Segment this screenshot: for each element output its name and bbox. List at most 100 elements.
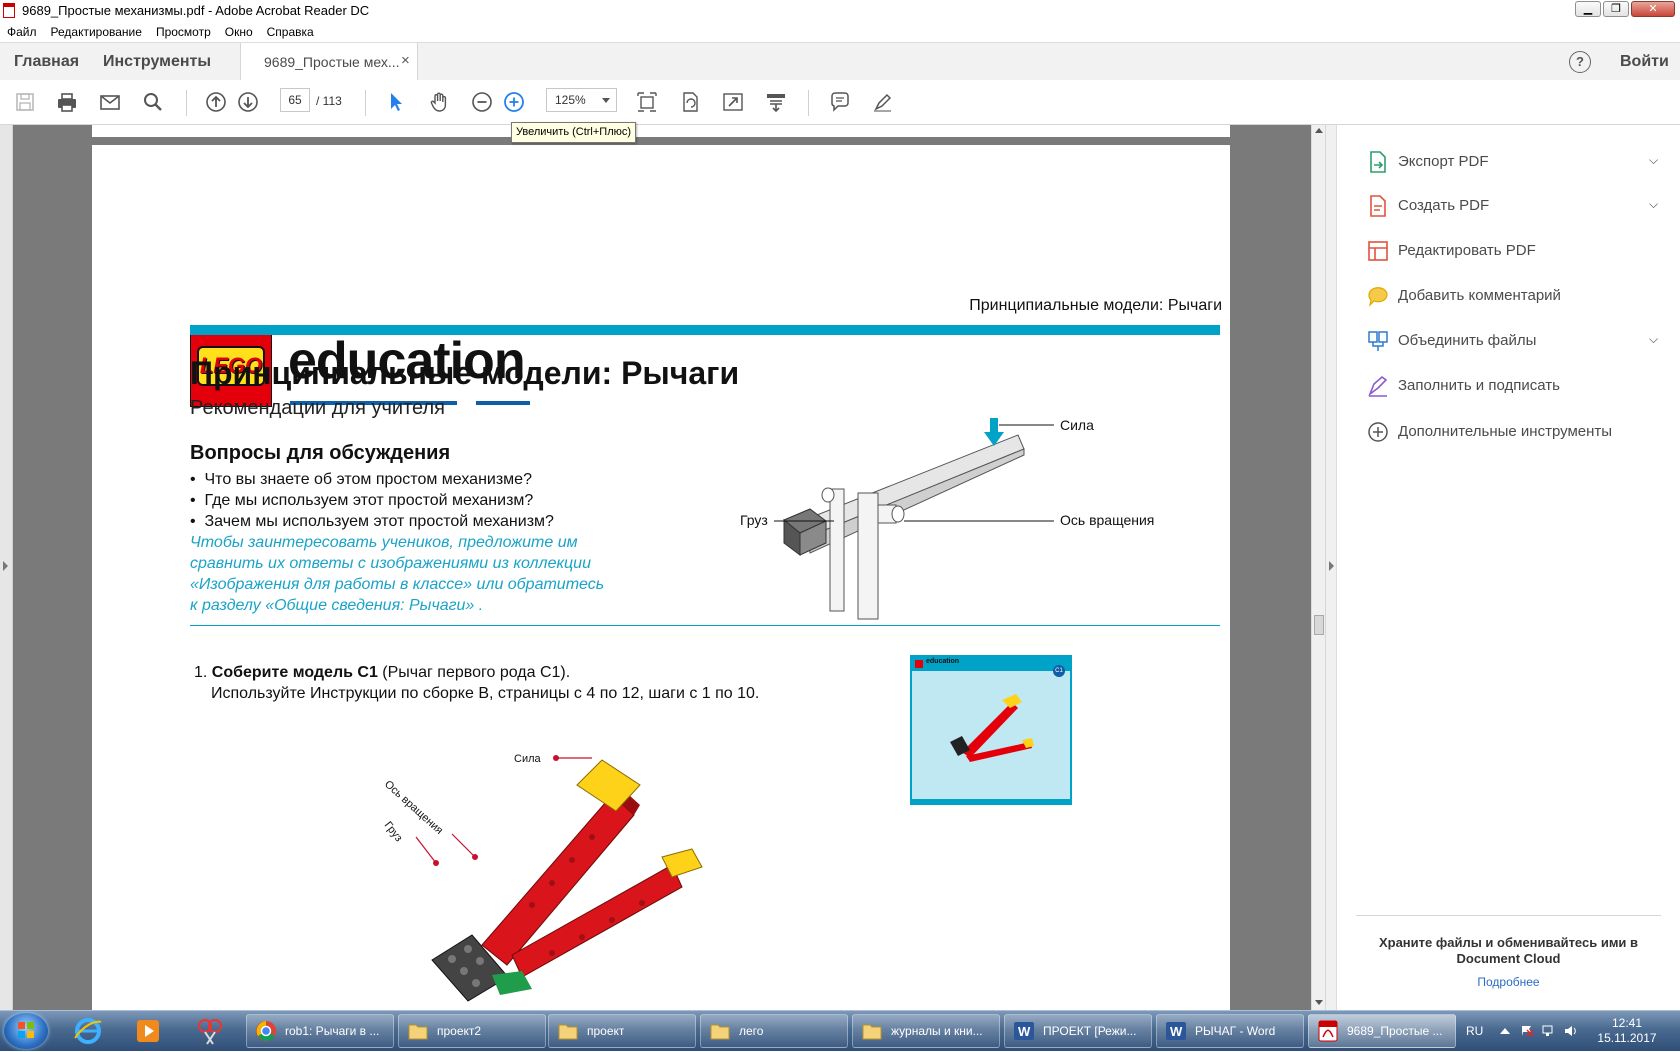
- chevron-right-icon: [1329, 561, 1334, 571]
- page-number-input[interactable]: 65: [280, 88, 310, 112]
- thumbnail-footer: [912, 799, 1070, 805]
- instruction-thumbnail: education C1: [910, 655, 1072, 805]
- tool-label: Добавить комментарий: [1398, 287, 1561, 304]
- taskbar-item-folder[interactable]: журналы и кни...: [852, 1014, 1000, 1048]
- vertical-scrollbar[interactable]: [1311, 125, 1325, 1010]
- comment-icon: [1368, 287, 1388, 307]
- previous-page-icon[interactable]: [199, 80, 233, 124]
- tool-edit-pdf[interactable]: Редактировать PDF: [1366, 238, 1666, 264]
- tool-combine-files[interactable]: Объединить файлы ⌵: [1366, 328, 1666, 354]
- menu-window[interactable]: Окно: [218, 22, 260, 42]
- zoom-in-icon[interactable]: [497, 80, 531, 124]
- menu-file[interactable]: Файл: [0, 22, 44, 42]
- print-icon[interactable]: [50, 80, 84, 124]
- question-item: • Что вы знаете об этом простом механизм…: [190, 471, 532, 488]
- taskbar-item-chrome[interactable]: rob1: Рычаги в ...: [246, 1014, 394, 1048]
- tool-export-pdf[interactable]: Экспорт PDF ⌵: [1366, 149, 1666, 175]
- comment-icon[interactable]: [823, 80, 857, 124]
- tool-add-comment[interactable]: Добавить комментарий: [1366, 283, 1666, 309]
- close-tab-icon[interactable]: ×: [401, 52, 410, 69]
- tool-label: Дополнительные инструменты: [1398, 423, 1613, 440]
- scroll-mode-icon[interactable]: [759, 80, 793, 124]
- menu-edit[interactable]: Редактирование: [44, 22, 149, 42]
- taskbar-item-word[interactable]: W ПРОЕКТ [Режи...: [1004, 1014, 1152, 1048]
- internet-explorer-icon[interactable]: [64, 1014, 112, 1048]
- hand-tool-icon[interactable]: [422, 80, 456, 124]
- close-window-button[interactable]: ✕: [1631, 1, 1675, 17]
- tab-home[interactable]: Главная: [14, 43, 79, 81]
- scroll-up-icon[interactable]: [1315, 128, 1323, 133]
- sign-in-button[interactable]: Войти: [1620, 43, 1669, 81]
- save-icon[interactable]: [8, 80, 42, 124]
- help-icon[interactable]: ?: [1569, 51, 1591, 73]
- learn-more-link[interactable]: Подробнее: [1356, 975, 1661, 989]
- next-page-icon[interactable]: [231, 80, 265, 124]
- word-icon: W: [1014, 1022, 1034, 1040]
- tool-label: Создать PDF: [1398, 197, 1490, 214]
- windows-logo-icon: [18, 1022, 34, 1038]
- thumbnail-brand: education: [926, 658, 960, 665]
- taskbar-item-word[interactable]: W РЫЧАГ - Word: [1156, 1014, 1304, 1048]
- tool-fill-sign[interactable]: Заполнить и подписать: [1366, 373, 1666, 399]
- zoom-level-select[interactable]: 125%: [546, 88, 617, 112]
- toolbar-divider: [365, 90, 366, 116]
- full-screen-icon[interactable]: [716, 80, 750, 124]
- start-button[interactable]: [4, 1013, 48, 1049]
- menu-help[interactable]: Справка: [260, 22, 321, 42]
- taskbar-item-folder[interactable]: проект2: [398, 1014, 546, 1048]
- question-item: • Где мы используем этот простой механиз…: [190, 492, 534, 509]
- question-list: • Что вы знаете об этом простом механизм…: [190, 469, 554, 532]
- tab-document[interactable]: 9689_Простые мех... ×: [240, 43, 418, 82]
- show-hidden-icons-icon[interactable]: [1498, 1025, 1512, 1037]
- minimize-button[interactable]: ▁: [1575, 1, 1601, 17]
- chevron-down-icon: [602, 98, 610, 103]
- input-language[interactable]: RU: [1466, 1024, 1483, 1038]
- zoom-out-icon[interactable]: [465, 80, 499, 124]
- force-arrow-icon: [990, 418, 998, 434]
- document-viewport[interactable]: LEGO education Принципиальные модели: Ры…: [0, 125, 1325, 1010]
- restore-button[interactable]: ❐: [1603, 1, 1629, 17]
- questions-heading: Вопросы для обсуждения: [190, 442, 451, 464]
- chevron-down-icon[interactable]: ⌵: [1649, 197, 1658, 212]
- scroll-thumb[interactable]: [1314, 615, 1324, 635]
- lego-lever-model-image: Сила Ось вращения Груз: [382, 753, 703, 1002]
- email-icon[interactable]: [93, 80, 127, 124]
- word-icon: W: [1166, 1022, 1186, 1040]
- select-tool-icon[interactable]: [379, 80, 413, 124]
- chevron-down-icon[interactable]: ⌵: [1649, 332, 1658, 347]
- fit-page-icon[interactable]: [630, 80, 664, 124]
- tool-create-pdf[interactable]: Создать PDF ⌵: [1366, 193, 1666, 219]
- section-divider: [190, 625, 1220, 626]
- media-player-icon[interactable]: [124, 1014, 172, 1048]
- clock[interactable]: 12:41 15.11.2017: [1592, 1016, 1662, 1046]
- taskbar-item-folder[interactable]: лего: [700, 1014, 848, 1048]
- folder-icon: [710, 1024, 730, 1040]
- tool-more-tools[interactable]: Дополнительные инструменты: [1366, 419, 1666, 445]
- toolbar: 65 / 113 125%: [0, 80, 1680, 125]
- thumbnail-badge: C1: [1053, 665, 1065, 677]
- question-item: • Зачем мы используем этот простой механ…: [190, 513, 554, 530]
- taskbar-item-acrobat[interactable]: 9689_Простые ...: [1308, 1014, 1456, 1048]
- tab-tools[interactable]: Инструменты: [103, 43, 211, 81]
- search-icon[interactable]: [136, 80, 170, 124]
- title-bar: 9689_Простые механизмы.pdf - Adobe Acrob…: [0, 0, 1680, 23]
- rotate-page-icon[interactable]: [673, 80, 707, 124]
- acrobat-icon: [1318, 1020, 1338, 1042]
- toolbar-divider: [808, 90, 809, 116]
- chrome-icon: [256, 1021, 276, 1041]
- highlight-pen-icon[interactable]: [866, 80, 900, 124]
- taskbar-item-folder[interactable]: проект: [548, 1014, 696, 1048]
- left-panel-handle[interactable]: [0, 125, 13, 1010]
- menu-view[interactable]: Просмотр: [149, 22, 218, 42]
- diagram-label-pivot: Ось вращения: [1060, 512, 1155, 528]
- snipping-tool-icon[interactable]: [186, 1014, 234, 1048]
- volume-icon[interactable]: [1564, 1025, 1578, 1037]
- action-center-flag-icon[interactable]: [1520, 1025, 1534, 1037]
- page-total: / 113: [316, 94, 342, 108]
- tool-label: Редактировать PDF: [1398, 242, 1536, 259]
- chevron-down-icon[interactable]: ⌵: [1649, 153, 1658, 168]
- tools-pane-handle[interactable]: [1326, 125, 1337, 1010]
- scroll-down-icon[interactable]: [1315, 1000, 1323, 1005]
- network-icon[interactable]: [1542, 1025, 1556, 1037]
- tab-document-label: 9689_Простые мех...: [264, 54, 400, 70]
